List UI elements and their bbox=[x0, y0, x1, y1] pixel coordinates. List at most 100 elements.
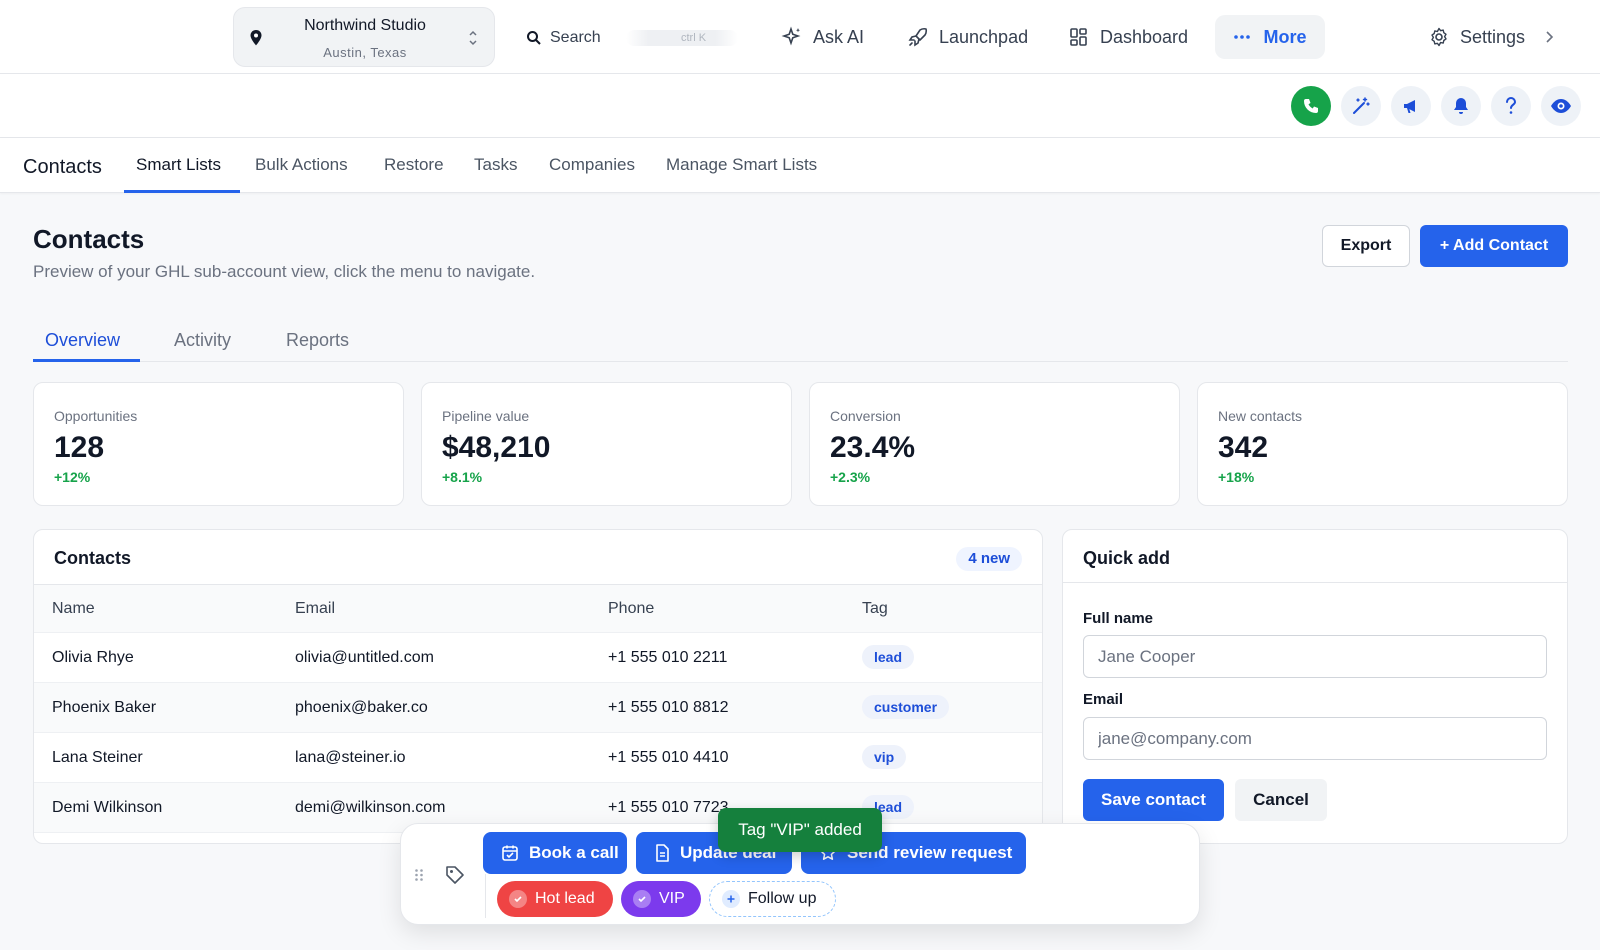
dashboard-button[interactable]: Dashboard bbox=[1068, 23, 1188, 51]
tag-badge: customer bbox=[862, 695, 950, 719]
page-subtitle: Preview of your GHL sub-account view, cl… bbox=[33, 262, 536, 281]
stat-value: 23.4% bbox=[830, 431, 916, 464]
tab-activity[interactable]: Activity bbox=[174, 330, 231, 351]
notifications-button[interactable] bbox=[1441, 86, 1481, 126]
tab-overview[interactable]: Overview bbox=[45, 330, 120, 351]
column-header-name[interactable]: Name bbox=[52, 600, 95, 618]
full-name-label: Full name bbox=[1083, 610, 1154, 627]
chip-label: VIP bbox=[659, 890, 685, 907]
subnav-title: Contacts bbox=[23, 156, 102, 178]
phone-icon bbox=[1304, 99, 1318, 113]
tab-tasks[interactable]: Tasks bbox=[474, 155, 517, 175]
utility-toolbar bbox=[0, 74, 1600, 138]
column-header-tag[interactable]: Tag bbox=[862, 600, 888, 618]
tag-badge: lead bbox=[862, 645, 915, 669]
table-header: Name Email Phone Tag bbox=[34, 585, 1042, 633]
page-title: Contacts bbox=[33, 224, 145, 254]
divider bbox=[485, 874, 486, 918]
contact-email: olivia@untitled.com bbox=[295, 649, 434, 666]
add-contact-button[interactable]: + Add Contact bbox=[1420, 225, 1568, 267]
book-call-button[interactable]: Book a call bbox=[483, 832, 627, 874]
save-contact-button[interactable]: Save contact bbox=[1083, 779, 1224, 821]
stat-delta: +2.3% bbox=[830, 469, 871, 485]
tab-companies[interactable]: Companies bbox=[549, 155, 635, 175]
card-header: Quick add bbox=[1063, 530, 1567, 583]
tab-reports[interactable]: Reports bbox=[286, 330, 349, 351]
check-icon bbox=[509, 890, 527, 908]
table-row[interactable]: Phoenix Baker phoenix@baker.co +1 555 01… bbox=[34, 683, 1042, 733]
tag-badge: vip bbox=[862, 745, 907, 769]
contact-phone: +1 555 010 4410 bbox=[608, 749, 729, 766]
tab-manage-smart-lists[interactable]: Manage Smart Lists bbox=[666, 155, 817, 175]
tab-smart-lists[interactable]: Smart Lists bbox=[136, 155, 221, 175]
calendar-icon bbox=[502, 845, 518, 861]
stat-card-opportunities: Opportunities 128 +12% bbox=[33, 382, 404, 506]
table-row[interactable]: Lana Steiner lana@steiner.io +1 555 010 … bbox=[34, 733, 1042, 783]
search-button[interactable]: Search ctrl K bbox=[520, 26, 738, 48]
search-shortcut: ctrl K bbox=[626, 30, 738, 46]
email-input[interactable] bbox=[1083, 717, 1547, 760]
contact-name: Lana Steiner bbox=[52, 749, 143, 766]
gear-icon bbox=[1431, 27, 1447, 47]
tab-restore[interactable]: Restore bbox=[384, 155, 444, 175]
contact-email: phoenix@baker.co bbox=[295, 699, 428, 716]
chevron-updown-icon bbox=[469, 30, 477, 46]
preview-button[interactable] bbox=[1541, 86, 1581, 126]
active-tab-indicator bbox=[33, 359, 140, 362]
stat-label: Pipeline value bbox=[442, 408, 530, 424]
search-label: Search bbox=[550, 29, 601, 46]
chevron-right-icon bbox=[1546, 31, 1554, 43]
announcement-button[interactable] bbox=[1391, 86, 1431, 126]
drag-handle-icon[interactable] bbox=[414, 868, 424, 882]
full-name-input[interactable] bbox=[1083, 635, 1547, 678]
toast-notification: Tag "VIP" added bbox=[718, 808, 882, 852]
quick-add-card: Quick add Full name Email Save contact C… bbox=[1062, 529, 1568, 844]
stat-delta: +12% bbox=[54, 469, 91, 485]
megaphone-icon bbox=[1404, 100, 1415, 113]
card-header: Contacts 4 new bbox=[34, 530, 1042, 585]
table-row[interactable]: Olivia Rhye olivia@untitled.com +1 555 0… bbox=[34, 633, 1042, 683]
export-button[interactable]: Export bbox=[1322, 225, 1410, 267]
location-switcher[interactable]: Northwind Studio Austin, Texas bbox=[233, 7, 495, 67]
chip-hot-lead[interactable]: Hot lead bbox=[497, 881, 613, 917]
stat-card-conversion: Conversion 23.4% +2.3% bbox=[809, 382, 1180, 506]
settings-button[interactable]: Settings bbox=[1428, 23, 1555, 51]
document-icon bbox=[656, 844, 669, 862]
dashboard-label: Dashboard bbox=[1100, 26, 1189, 47]
phone-button[interactable] bbox=[1291, 86, 1331, 126]
column-header-email[interactable]: Email bbox=[295, 600, 335, 618]
overview-tabs: Overview Activity Reports bbox=[33, 320, 1568, 362]
ask-ai-button[interactable]: Ask AI bbox=[781, 23, 864, 51]
magic-wand-button[interactable] bbox=[1341, 86, 1381, 126]
ask-ai-label: Ask AI bbox=[813, 26, 865, 47]
new-count-badge: 4 new bbox=[956, 547, 1022, 571]
chip-vip[interactable]: VIP bbox=[621, 881, 701, 917]
stat-value: $48,210 bbox=[442, 431, 551, 464]
launchpad-button[interactable]: Launchpad bbox=[907, 23, 1028, 51]
chip-follow-up[interactable]: Follow up bbox=[709, 881, 836, 917]
card-title: Contacts bbox=[54, 548, 132, 568]
help-button[interactable] bbox=[1491, 86, 1531, 126]
cancel-button[interactable]: Cancel bbox=[1235, 779, 1327, 821]
book-call-label: Book a call bbox=[529, 843, 619, 862]
stat-label: Conversion bbox=[830, 408, 901, 424]
magic-wand-icon bbox=[1353, 97, 1370, 114]
more-button[interactable]: More bbox=[1215, 15, 1325, 59]
contact-phone: +1 555 010 8812 bbox=[608, 699, 729, 716]
more-dots-icon bbox=[1234, 35, 1251, 39]
contact-email: demi@wilkinson.com bbox=[295, 799, 446, 816]
contact-email: lana@steiner.io bbox=[295, 749, 406, 766]
eye-icon bbox=[1551, 99, 1571, 113]
check-icon bbox=[633, 890, 651, 908]
search-icon bbox=[527, 31, 541, 45]
launchpad-label: Launchpad bbox=[939, 26, 1029, 47]
chip-label: Hot lead bbox=[535, 890, 595, 907]
contacts-table-card: Contacts 4 new Name Email Phone Tag Oliv… bbox=[33, 529, 1043, 844]
chip-label: Follow up bbox=[748, 890, 817, 907]
active-tab-indicator bbox=[124, 190, 240, 193]
column-header-phone[interactable]: Phone bbox=[608, 600, 654, 618]
stat-card-new-contacts: New contacts 342 +18% bbox=[1197, 382, 1568, 506]
stat-delta: +18% bbox=[1218, 469, 1255, 485]
tab-bulk-actions[interactable]: Bulk Actions bbox=[255, 155, 348, 175]
contact-name: Olivia Rhye bbox=[52, 649, 134, 666]
